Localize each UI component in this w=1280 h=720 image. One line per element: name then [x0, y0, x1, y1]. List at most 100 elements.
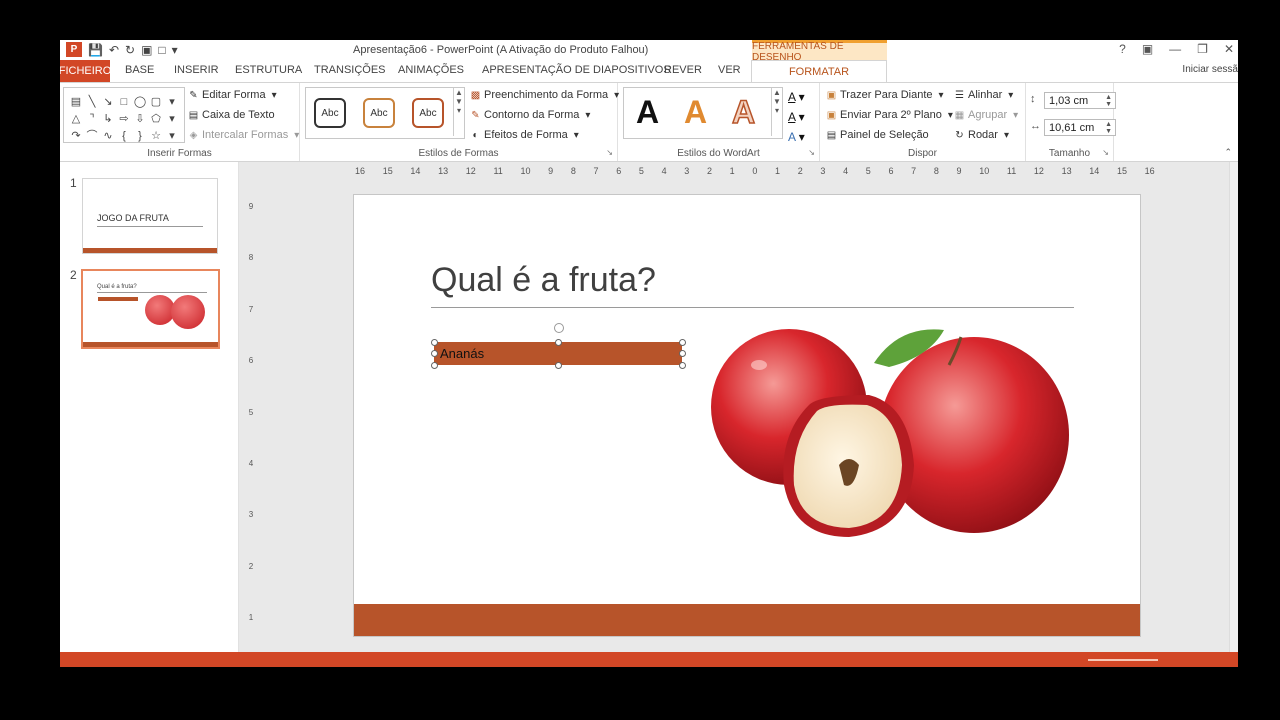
- resize-handle[interactable]: [431, 362, 438, 369]
- freeform-shape-icon[interactable]: ∿: [100, 128, 116, 145]
- shape-style-dark[interactable]: Abc: [314, 98, 346, 128]
- pen-outline-icon: ✎: [471, 109, 480, 121]
- close-icon[interactable]: ✕: [1224, 42, 1234, 56]
- slide-thumbnail-1[interactable]: JOGO DA FRUTA: [82, 178, 218, 254]
- rounded-rect-shape-icon[interactable]: ▢: [148, 94, 164, 111]
- left-brace-shape-icon[interactable]: {: [116, 128, 132, 145]
- right-brace-shape-icon[interactable]: }: [132, 128, 148, 145]
- ribbon-display-icon[interactable]: ▣: [1142, 42, 1153, 56]
- text-fill-icon[interactable]: A ▾: [788, 87, 805, 107]
- save-icon[interactable]: 💾: [88, 43, 103, 57]
- scroll-shapes-icon[interactable]: ▾: [164, 111, 180, 128]
- tab-slideshow[interactable]: APRESENTAÇÃO DE DIAPOSITIVOS: [482, 64, 671, 76]
- tab-file[interactable]: FICHEIRO: [60, 60, 111, 82]
- chevron-down-icon: ▾: [573, 129, 579, 141]
- sign-in-link[interactable]: Iniciar sessã: [1182, 64, 1238, 75]
- present-icon[interactable]: ▣: [141, 43, 152, 57]
- rotate-button[interactable]: ↻ Rodar ▾: [954, 129, 1012, 141]
- group-button[interactable]: ▦ Agrupar ▾: [954, 109, 1021, 121]
- shape-style-red[interactable]: Abc: [412, 98, 444, 128]
- align-button[interactable]: ☰ Alinhar ▾: [954, 89, 1016, 101]
- selection-pane-button[interactable]: ▤ Painel de Seleção: [826, 129, 929, 141]
- pentagon-shape-icon[interactable]: ⬠: [148, 111, 164, 128]
- shape-fill-button[interactable]: ▩ Preenchimento da Forma ▾: [470, 89, 622, 101]
- tab-insert[interactable]: INSERIR: [174, 64, 219, 76]
- text-outline-icon[interactable]: A ▾: [788, 107, 805, 127]
- textbox-shape-icon[interactable]: ▤: [68, 94, 84, 111]
- shape-style-orange[interactable]: Abc: [363, 98, 395, 128]
- wordart-scroll[interactable]: ▲ ▼ ▾: [771, 88, 782, 136]
- expand-gallery-icon[interactable]: ▾: [164, 128, 180, 145]
- curve-arrow-shape-icon[interactable]: ↷: [68, 128, 84, 145]
- text-effects-icon[interactable]: A ▾: [788, 127, 805, 147]
- shape-styles-gallery[interactable]: Abc Abc Abc ▲ ▼ ▾: [305, 87, 465, 139]
- edit-shape-button[interactable]: ✎ Editar Forma ▾: [188, 89, 280, 101]
- tab-design[interactable]: ESTRUTURA: [235, 64, 302, 76]
- restore-icon[interactable]: ❐: [1197, 42, 1208, 56]
- styles-scroll[interactable]: ▲ ▼ ▾: [453, 88, 464, 136]
- resize-handle[interactable]: [555, 339, 562, 346]
- resize-handle[interactable]: [555, 362, 562, 369]
- down-arrow-shape-icon[interactable]: ⇩: [132, 111, 148, 128]
- rectangle-shape-icon[interactable]: □: [116, 94, 132, 111]
- slide[interactable]: Qual é a fruta? Ananás: [353, 194, 1141, 637]
- elbow-connector-shape-icon[interactable]: ↳: [100, 111, 116, 128]
- right-arrow-shape-icon[interactable]: ⇨: [116, 111, 132, 128]
- resize-handle[interactable]: [431, 350, 438, 357]
- tab-format[interactable]: FORMATAR: [751, 60, 887, 83]
- customize-qat-icon[interactable]: ▾: [172, 43, 178, 57]
- wordart-orange[interactable]: A: [684, 94, 707, 131]
- bring-forward-button[interactable]: ▣ Trazer Para Diante ▾: [826, 89, 947, 101]
- undo-icon[interactable]: ↶: [109, 43, 119, 57]
- more-shapes-icon[interactable]: ▾: [164, 94, 180, 111]
- merge-shapes-button[interactable]: ◈ Intercalar Formas ▾: [188, 129, 302, 141]
- star-shape-icon[interactable]: ☆: [148, 128, 164, 145]
- wordart-black[interactable]: A: [636, 94, 659, 131]
- arc-shape-icon[interactable]: ⌒: [84, 128, 100, 145]
- triangle-shape-icon[interactable]: △: [68, 111, 84, 128]
- text-box-button[interactable]: ▤ Caixa de Texto: [188, 109, 275, 121]
- arrow-line-shape-icon[interactable]: ↘: [100, 94, 116, 111]
- shape-height-input[interactable]: 1,03 cm ▲ ▼: [1044, 92, 1116, 109]
- slide-thumbnail-2[interactable]: Qual é a fruta?: [81, 269, 220, 349]
- zoom-slider[interactable]: [1088, 659, 1158, 661]
- rotate-handle-icon[interactable]: [554, 323, 564, 333]
- tab-review[interactable]: REVER: [664, 64, 702, 76]
- redo-icon[interactable]: ↻: [125, 43, 135, 57]
- oval-shape-icon[interactable]: ◯: [132, 94, 148, 111]
- shape-outline-button[interactable]: ✎ Contorno da Forma ▾: [470, 109, 593, 121]
- tab-transitions[interactable]: TRANSIÇÕES: [314, 64, 386, 76]
- resize-handle[interactable]: [679, 350, 686, 357]
- wordart-gallery[interactable]: A A A ▲ ▼ ▾: [623, 87, 783, 139]
- height-spinner[interactable]: ▲ ▼: [1105, 94, 1112, 108]
- connector-shape-icon[interactable]: ⌝: [84, 111, 100, 128]
- slide-title[interactable]: Qual é a fruta?: [431, 261, 656, 300]
- dialog-launcher-icon[interactable]: ↘: [1102, 148, 1109, 157]
- line-shape-icon[interactable]: ╲: [84, 94, 100, 111]
- apples-image[interactable]: [699, 325, 1074, 540]
- width-spinner[interactable]: ▲ ▼: [1105, 121, 1112, 135]
- ruler-tick: 3: [820, 166, 826, 176]
- resize-handle[interactable]: [679, 362, 686, 369]
- shape-text[interactable]: Ananás: [440, 346, 484, 361]
- shape-width-input[interactable]: 10,61 cm ▲ ▼: [1044, 119, 1116, 136]
- tab-base[interactable]: BASE: [125, 64, 154, 76]
- shapes-gallery[interactable]: ▤ ╲ ↘ □ ◯ ▢ ▾ △ ⌝ ↳ ⇨ ⇩ ⬠ ▾ ↷ ⌒ ∿ {} ☆ …: [63, 87, 185, 143]
- resize-handle[interactable]: [679, 339, 686, 346]
- ruler-tick: 15: [1116, 166, 1127, 176]
- tab-view[interactable]: VER: [718, 64, 741, 76]
- collapse-ribbon-icon[interactable]: ⌃: [1224, 147, 1232, 158]
- wordart-outline[interactable]: A: [731, 93, 756, 131]
- dialog-launcher-icon[interactable]: ↘: [808, 148, 815, 157]
- resize-handle[interactable]: [431, 339, 438, 346]
- vertical-scrollbar[interactable]: [1229, 162, 1238, 652]
- send-backward-button[interactable]: ▣ Enviar Para 2º Plano ▾: [826, 109, 956, 121]
- shape-effects-button[interactable]: ◐ Efeitos de Forma ▾: [470, 129, 582, 141]
- selection-pane-icon: ▤: [826, 129, 837, 141]
- tab-animations[interactable]: ANIMAÇÕES: [398, 64, 464, 76]
- new-file-icon[interactable]: □: [158, 43, 165, 57]
- minimize-icon[interactable]: —: [1169, 42, 1181, 56]
- group-label-insert-shapes: Inserir Formas: [147, 148, 212, 159]
- help-icon[interactable]: ?: [1119, 42, 1126, 56]
- dialog-launcher-icon[interactable]: ↘: [606, 148, 613, 157]
